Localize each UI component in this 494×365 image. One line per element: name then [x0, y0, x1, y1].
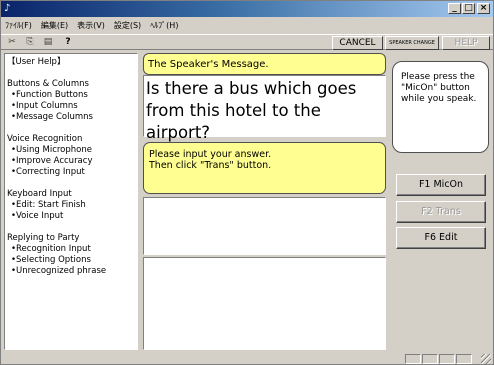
menu-edit[interactable]: 編集(E): [41, 20, 68, 31]
menu-file[interactable]: ﾌｧｲﾙ(F): [5, 20, 32, 31]
toolbar: ✂ ⎘ ▤ ? CANCEL SPEAKER CHANGE HELP: [1, 34, 493, 50]
speaker-message-text: Is there a bus which goes from this hote…: [143, 75, 386, 142]
menu-help[interactable]: ﾍﾙﾌﾟ(H): [150, 20, 178, 31]
paste-icon[interactable]: ▤: [41, 36, 55, 49]
app-window: ♪ _ □ × ﾌｧｲﾙ(F) 編集(E) 表示(V) 設定(S) ﾍﾙﾌﾟ(H…: [0, 0, 494, 365]
help-link[interactable]: •Recognition Input: [7, 244, 137, 255]
status-cell: [405, 354, 421, 364]
prompt-line-2: Then click "Trans" button.: [149, 160, 272, 171]
status-cell: [422, 354, 438, 364]
help-heading[interactable]: Keyboard Input: [7, 189, 137, 200]
help-heading[interactable]: Buttons & Columns: [7, 79, 137, 90]
help-link[interactable]: •Using Microphone: [7, 145, 137, 156]
help-link[interactable]: •Selecting Options: [7, 255, 137, 266]
menu-view[interactable]: 表示(V): [77, 20, 105, 31]
help-link[interactable]: •Edit: Start Finish: [7, 200, 137, 211]
edit-button[interactable]: F6 Edit: [396, 227, 486, 249]
help-link[interactable]: •Message Columns: [7, 112, 137, 123]
conversation-log[interactable]: [143, 257, 386, 350]
help-question-icon[interactable]: ?: [61, 36, 75, 49]
help-button[interactable]: HELP: [442, 36, 490, 50]
answer-input[interactable]: [143, 197, 386, 255]
maximize-button[interactable]: □: [462, 3, 475, 14]
status-bar: [1, 353, 493, 365]
answer-prompt: Please input your answer. Then click "Tr…: [143, 142, 386, 194]
help-heading[interactable]: Voice Recognition: [7, 134, 137, 145]
minimize-button[interactable]: _: [448, 3, 461, 14]
resize-grip-icon[interactable]: [481, 354, 491, 364]
help-link[interactable]: •Input Columns: [7, 101, 137, 112]
app-icon[interactable]: ♪: [4, 3, 16, 14]
cut-icon[interactable]: ✂: [5, 36, 19, 49]
close-button[interactable]: ×: [477, 3, 490, 14]
help-heading[interactable]: Replying to Party: [7, 233, 137, 244]
help-title: 【User Help】: [7, 57, 66, 67]
help-link[interactable]: •Voice Input: [7, 211, 137, 222]
speaker-change-button[interactable]: SPEAKER CHANGE: [385, 36, 439, 50]
help-link[interactable]: •Function Buttons: [7, 90, 137, 101]
help-link[interactable]: •Unrecognized phrase: [7, 266, 137, 277]
help-link[interactable]: •Improve Accuracy: [7, 156, 137, 167]
status-cell: [439, 354, 455, 364]
speaker-message-label: The Speaker's Message.: [143, 53, 386, 75]
user-help-panel: 【User Help】 Buttons & Columns •Function …: [4, 53, 138, 350]
cancel-button[interactable]: CANCEL: [332, 36, 383, 50]
menu-bar: ﾌｧｲﾙ(F) 編集(E) 表示(V) 設定(S) ﾍﾙﾌﾟ(H): [1, 18, 493, 33]
trans-button[interactable]: F2 Trans: [396, 201, 486, 223]
copy-icon[interactable]: ⎘: [23, 36, 37, 49]
title-bar[interactable]: ♪ _ □ ×: [1, 1, 493, 17]
help-link[interactable]: •Correcting Input: [7, 167, 137, 178]
mic-on-button[interactable]: F1 MicOn: [396, 174, 486, 196]
prompt-line-1: Please input your answer.: [149, 149, 272, 160]
mic-instructions: Please press the "MicOn" button while yo…: [392, 61, 489, 153]
menu-settings[interactable]: 設定(S): [114, 20, 141, 31]
status-cell: [456, 354, 472, 364]
